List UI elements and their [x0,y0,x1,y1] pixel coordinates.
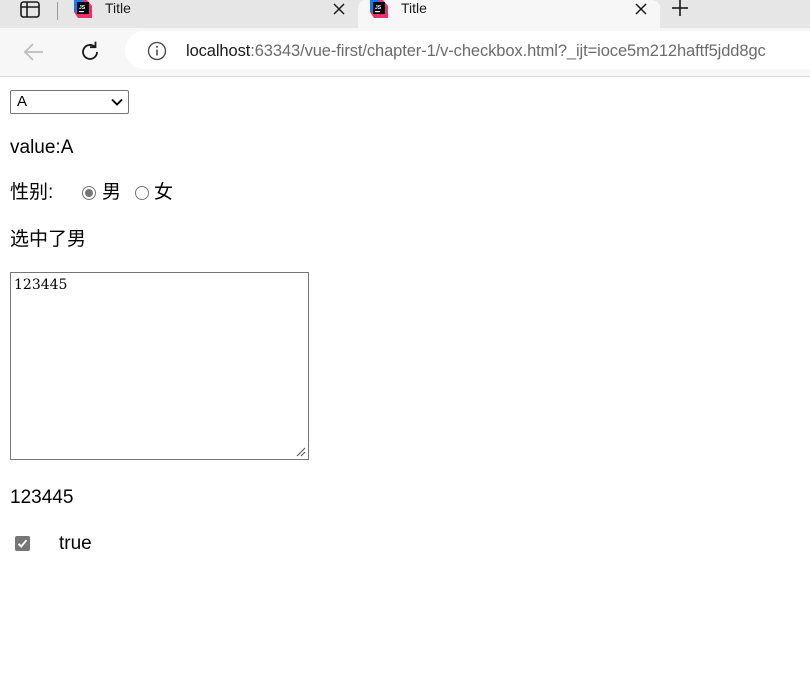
url-host: localhost [186,42,251,60]
svg-text:JS: JS [79,5,86,11]
textarea-value: 123445 [14,277,68,293]
jetbrains-favicon-icon: JS [370,0,388,18]
tab-inactive[interactable]: JS Title [62,0,358,28]
close-icon[interactable] [634,2,648,16]
chevron-down-icon [111,98,123,106]
tab-title: Title [401,0,427,16]
checkbox-value: true [59,533,92,554]
radio-male-label: 男 [102,182,122,203]
radio-female-label: 女 [154,182,174,203]
jetbrains-favicon-icon: JS [74,0,92,18]
gender-radio-group: 性别: 男 女 [10,182,310,206]
refresh-icon[interactable] [78,40,102,64]
value-select[interactable]: A [10,90,129,114]
value-display: value:A [10,137,74,158]
tab-actions-icon[interactable] [20,1,40,18]
tab-strip: JS Title JS Title [0,0,810,28]
message-textarea[interactable]: 123445 [10,272,309,460]
back-arrow-icon[interactable] [22,40,46,64]
tab-active[interactable]: JS Title [358,0,660,28]
radio-male[interactable] [82,186,96,200]
url-text[interactable]: localhost:63343/vue-first/chapter-1/v-ch… [186,41,766,61]
gender-label: 性别: [10,182,54,203]
selected-gender-display: 选中了男 [10,229,87,250]
url-path: :63343/vue-first/chapter-1/v-checkbox.ht… [250,42,766,60]
new-tab-icon[interactable] [670,0,690,18]
select-value: A [17,93,28,110]
browser-toolbar: localhost:63343/vue-first/chapter-1/v-ch… [0,28,810,77]
tab-title: Title [105,0,131,16]
checkmark-icon [17,539,28,548]
tab-separator [57,2,58,20]
address-bar[interactable]: localhost:63343/vue-first/chapter-1/v-ch… [125,31,810,69]
svg-text:JS: JS [375,5,382,11]
info-icon[interactable] [147,41,167,61]
radio-female[interactable] [135,186,149,200]
resize-grip-icon[interactable] [296,447,306,457]
textarea-echo: 123445 [10,487,74,508]
close-icon[interactable] [332,2,346,16]
agree-checkbox[interactable] [15,536,30,551]
